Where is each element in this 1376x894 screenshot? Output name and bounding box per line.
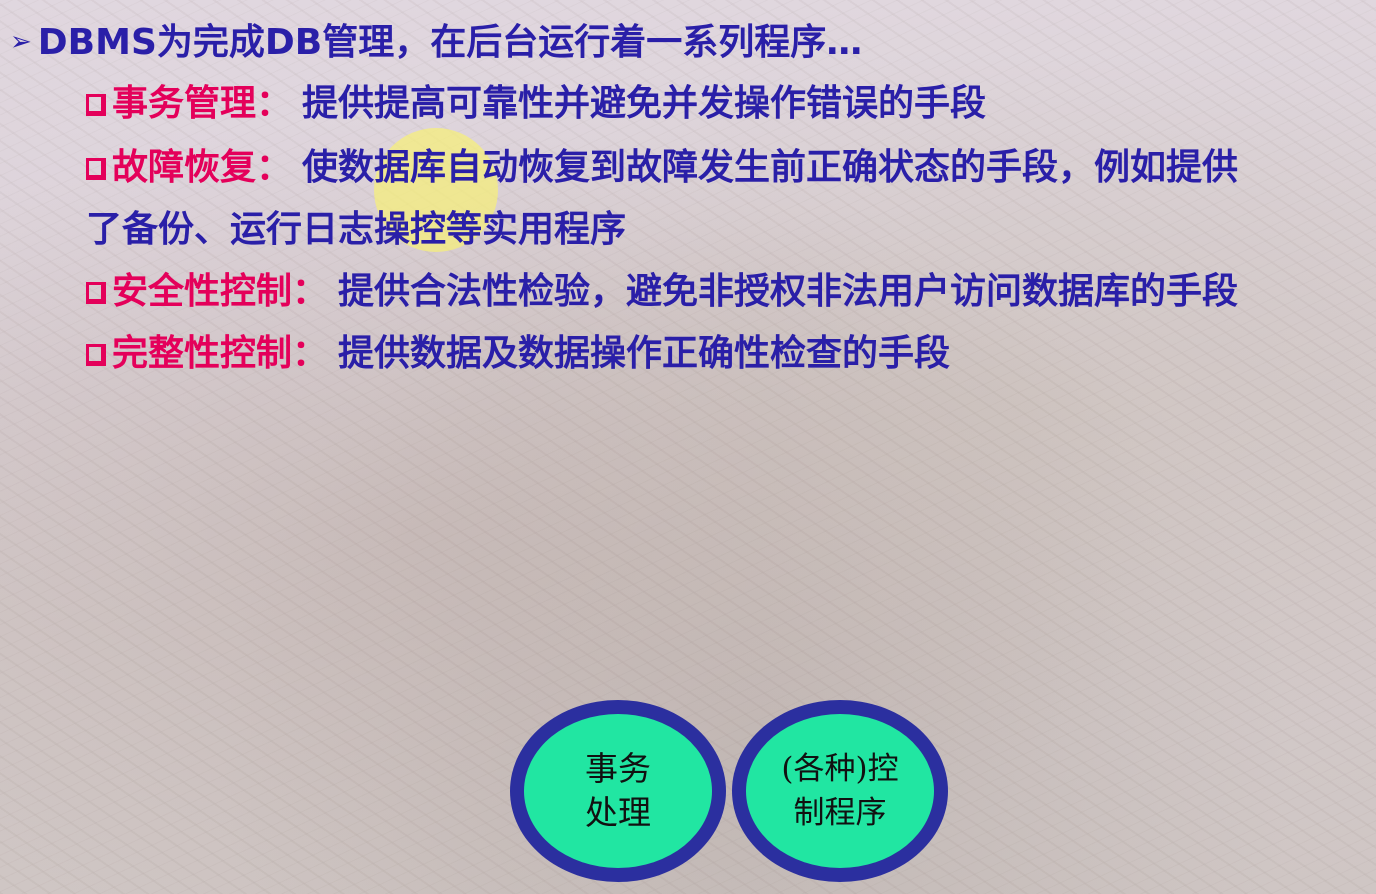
list-item-security: 安全性控制： 提供合法性检验，避免非授权非法用户访问数据库的手段 — [86, 270, 1238, 314]
slide-content: ➢ DBMS为完成DB管理，在后台运行着一系列程序… 事务管理： 提供提高可靠性并避… — [0, 0, 1376, 894]
dbms-components-diagram: 事务 处理 (各种)控 制程序 — [506, 700, 954, 884]
hollow-square-bullet-icon — [86, 94, 106, 116]
item-term: 故障恢复 — [112, 147, 257, 188]
item-colon: ： — [256, 83, 293, 124]
list-item-integrity: 完整性控制： 提供数据及数据操作正确性检查的手段 — [86, 332, 950, 376]
circle-label: 事务 处理 — [585, 749, 651, 832]
item-colon: ： — [256, 147, 293, 188]
item-term: 完整性控制 — [112, 333, 293, 374]
circle-inner: (各种)控 制程序 — [746, 714, 934, 868]
circle-inner: 事务 处理 — [524, 714, 712, 868]
hollow-square-bullet-icon — [86, 344, 106, 366]
item-term: 事务管理 — [112, 83, 257, 124]
item-term: 安全性控制 — [112, 271, 293, 312]
item-description: 提供数据及数据操作正确性检查的手段 — [338, 333, 951, 374]
list-item-transaction: 事务管理： 提供提高可靠性并避免并发操作错误的手段 — [86, 82, 986, 126]
item-colon: ： — [292, 333, 329, 374]
slide-title-text: DBMS为完成DB管理，在后台运行着一系列程序… — [37, 22, 863, 63]
item-colon: ： — [292, 271, 329, 312]
item-description: 提供合法性检验，避免非授权非法用户访问数据库的手段 — [338, 271, 1239, 312]
item-description-continued: 了备份、运行日志操控等实用程序 — [86, 209, 627, 250]
circle-transaction-processing: 事务 处理 — [510, 700, 726, 882]
slide-title: ➢ DBMS为完成DB管理，在后台运行着一系列程序… — [10, 20, 862, 65]
list-item-recovery: 故障恢复： 使数据库自动恢复到故障发生前正确状态的手段，例如提供 — [86, 146, 1238, 190]
circle-control-programs: (各种)控 制程序 — [732, 700, 948, 882]
arrow-bullet-icon: ➢ — [10, 27, 32, 57]
item-description: 使数据库自动恢复到故障发生前正确状态的手段，例如提供 — [302, 147, 1239, 188]
hollow-square-bullet-icon — [86, 158, 106, 180]
circle-label: (各种)控 制程序 — [781, 751, 899, 831]
hollow-square-bullet-icon — [86, 282, 106, 304]
item-description: 提供提高可靠性并避免并发操作错误的手段 — [302, 83, 987, 124]
